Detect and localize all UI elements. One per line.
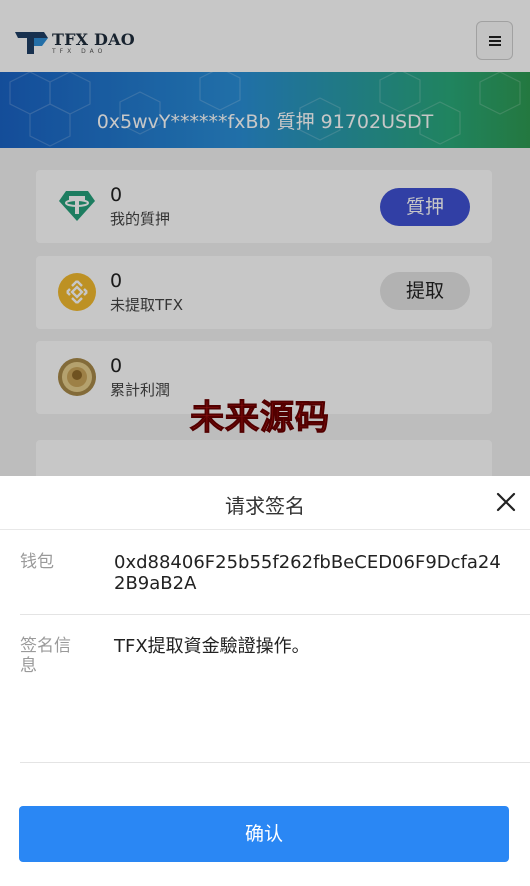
modal-title: 请求签名 xyxy=(225,494,305,518)
message-label: 签名信息 xyxy=(20,636,71,676)
close-icon[interactable] xyxy=(494,490,518,514)
modal-header: 请求签名 xyxy=(0,476,530,530)
wallet-address: 0xd88406F25b55f262fbBeCED06F9Dcfa242B9aB… xyxy=(114,552,501,594)
sign-message: TFX提取資金驗證操作。 xyxy=(114,636,310,657)
confirm-button[interactable]: 确认 xyxy=(19,806,509,862)
sign-request-modal: 请求签名 钱包 0xd88406F25b55f262fbBeCED06F9Dcf… xyxy=(0,476,530,886)
divider xyxy=(20,614,530,615)
divider xyxy=(20,762,530,763)
wallet-label: 钱包 xyxy=(20,552,54,572)
